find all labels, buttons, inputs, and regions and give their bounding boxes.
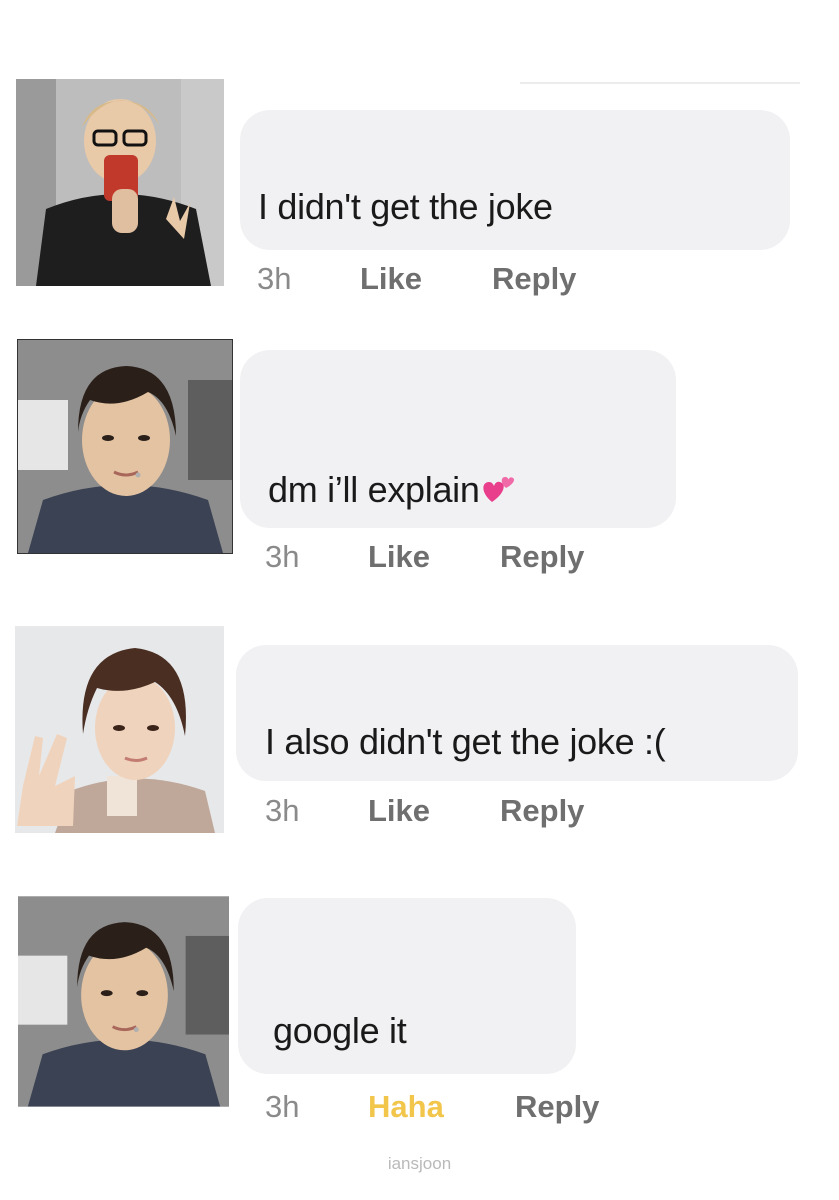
user-avatar-rm-icon bbox=[16, 79, 224, 286]
avatar[interactable] bbox=[16, 79, 224, 286]
top-divider bbox=[520, 82, 800, 84]
comment-text-content: dm i’ll explain bbox=[268, 469, 480, 510]
reply-button[interactable]: Reply bbox=[515, 1089, 599, 1125]
avatar[interactable] bbox=[15, 626, 224, 833]
like-button[interactable]: Like bbox=[368, 793, 430, 829]
comment-text: dm i’ll explain bbox=[268, 469, 516, 513]
avatar[interactable] bbox=[18, 896, 229, 1107]
like-button[interactable]: Like bbox=[360, 261, 422, 297]
haha-button[interactable]: Haha bbox=[368, 1089, 444, 1125]
user-avatar-jk-icon bbox=[18, 340, 232, 553]
reply-button[interactable]: Reply bbox=[492, 261, 576, 297]
comment-text: google it bbox=[273, 1010, 407, 1051]
reply-button[interactable]: Reply bbox=[500, 539, 584, 575]
comment-time: 3h bbox=[265, 793, 300, 828]
reply-button[interactable]: Reply bbox=[500, 793, 584, 829]
watermark: iansjoon bbox=[387, 1154, 452, 1173]
like-button[interactable]: Like bbox=[368, 539, 430, 575]
comment-time: 3h bbox=[265, 539, 300, 574]
comment-text: I also didn't get the joke :( bbox=[265, 721, 666, 762]
comment-time: 3h bbox=[257, 261, 292, 296]
user-avatar-jk-icon bbox=[18, 896, 229, 1107]
comment-text: I didn't get the joke bbox=[258, 186, 553, 227]
user-avatar-jin-icon bbox=[15, 626, 224, 833]
avatar[interactable] bbox=[17, 339, 233, 554]
comment-time: 3h bbox=[265, 1089, 300, 1124]
two-hearts-emoji-icon bbox=[482, 471, 516, 513]
comment-bubble bbox=[240, 110, 790, 250]
